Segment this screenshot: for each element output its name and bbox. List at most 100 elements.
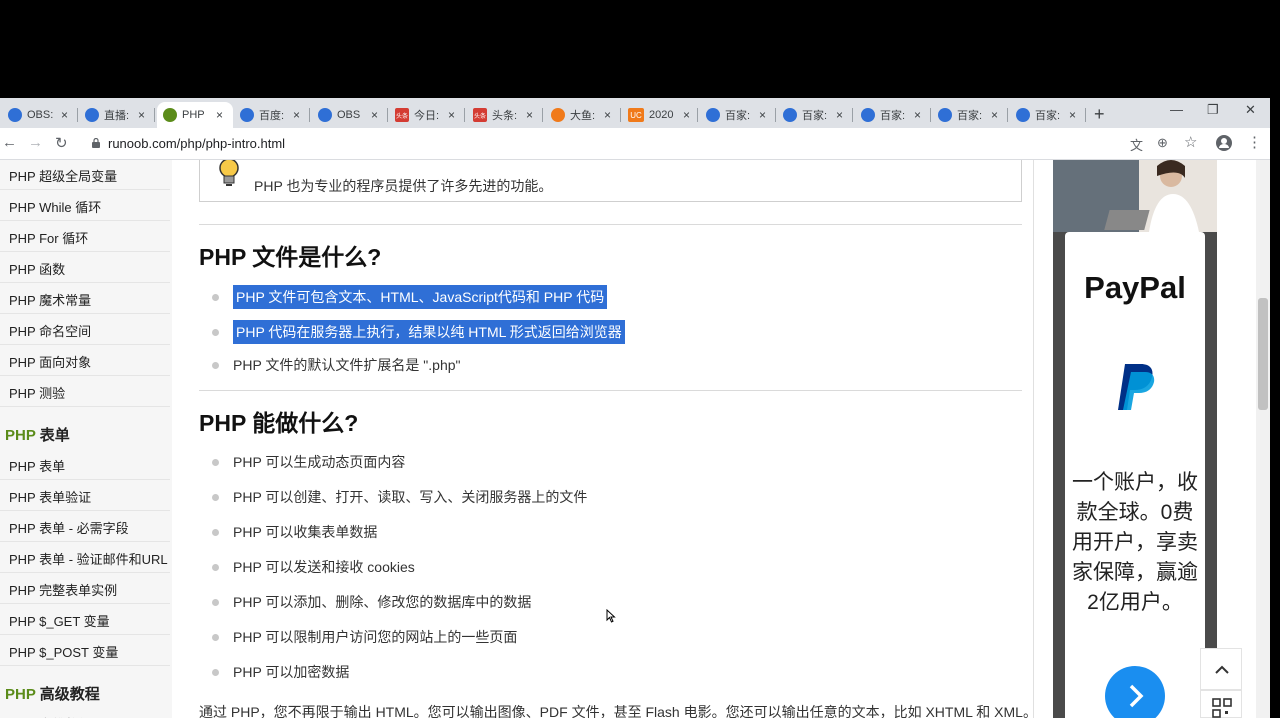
list-item: PHP 可以限制用户访问您的网站上的一些页面	[212, 627, 517, 647]
tab-title: 头条:	[492, 110, 518, 122]
list-item: PHP 可以发送和接收 cookies	[212, 557, 415, 577]
star-icon[interactable]: ☆	[1184, 133, 1197, 151]
restore-button[interactable]: ❐	[1207, 102, 1219, 118]
tab-separator	[775, 108, 776, 122]
forward-button[interactable]: →	[28, 134, 43, 151]
tab-close-icon[interactable]: ×	[216, 108, 223, 122]
tab-5[interactable]: OBS ×	[312, 102, 388, 128]
sidebar-item[interactable]: PHP $_POST 变量	[0, 636, 170, 666]
list-item: PHP 可以创建、打开、读取、写入、关闭服务器上的文件	[212, 487, 587, 507]
page-viewport: PHP 超级全局变量 PHP While 循环 PHP For 循环 PHP 函数 PH…	[0, 160, 1270, 718]
account-icon[interactable]	[1216, 135, 1232, 151]
sidebar-item[interactable]: PHP 表单 - 必需字段	[0, 512, 170, 542]
tab-close-icon[interactable]: ×	[759, 108, 766, 122]
tab-9[interactable]: UC 2020 ×	[622, 102, 698, 128]
sidebar-item[interactable]: PHP 测验	[0, 377, 170, 407]
ad-photo	[1053, 160, 1217, 232]
list-item-text: PHP 可以添加、删除、修改您的数据库中的数据	[233, 594, 532, 610]
tab-close-icon[interactable]: ×	[371, 108, 378, 122]
sidebar-item[interactable]: PHP 命名空间	[0, 315, 170, 345]
tab-close-icon[interactable]: ×	[526, 108, 533, 122]
tab-close-icon[interactable]: ×	[991, 108, 998, 122]
new-tab-button[interactable]: +	[1094, 104, 1105, 125]
divider	[199, 224, 1022, 225]
tab-7[interactable]: 头条 头条: ×	[467, 102, 543, 128]
menu-icon[interactable]: ⋮	[1247, 133, 1262, 151]
tab-close-icon[interactable]: ×	[914, 108, 921, 122]
tab-close-icon[interactable]: ×	[1069, 108, 1076, 122]
bullet-icon	[212, 493, 219, 501]
sidebar-item[interactable]: PHP $_GET 变量	[0, 605, 170, 635]
tab-title: 百度:	[259, 110, 285, 122]
tab-8[interactable]: 大鱼: ×	[545, 102, 621, 128]
tip-text: PHP 也为专业的程序员提供了许多先进的功能。	[254, 178, 553, 194]
sidebar-item-multidim-array[interactable]: PHP 多维数组	[0, 708, 170, 718]
sidebar-item[interactable]: PHP 表单验证	[0, 481, 170, 511]
tip-box: PHP 也为专业的程序员提供了许多先进的功能。	[199, 160, 1022, 202]
tab-1[interactable]: OBS: ×	[2, 102, 78, 128]
tab-close-icon[interactable]: ×	[448, 108, 455, 122]
back-to-top-button[interactable]	[1200, 648, 1242, 690]
close-window-button[interactable]: ✕	[1245, 102, 1256, 118]
tab-title: OBS:	[27, 109, 54, 121]
minimize-button[interactable]: —	[1170, 102, 1183, 117]
mouse-cursor-icon	[606, 609, 616, 623]
sidebar-item[interactable]: PHP 函数	[0, 253, 170, 283]
scrollbar-thumb[interactable]	[1258, 298, 1268, 410]
tab-close-icon[interactable]: ×	[293, 108, 300, 122]
sidebar-item[interactable]: PHP 表单	[0, 450, 170, 480]
list-item: PHP 代码在服务器上执行，结果以纯 HTML 形式返回给浏览器	[212, 320, 625, 344]
sidebar-item[interactable]: PHP 表单 - 验证邮件和URL	[0, 543, 170, 573]
list-item: PHP 可以添加、删除、修改您的数据库中的数据	[212, 592, 531, 612]
sidebar-item[interactable]: PHP 面向对象	[0, 346, 170, 376]
sidebar-item[interactable]: PHP While 循环	[0, 191, 170, 221]
zoom-icon[interactable]: ⊕	[1157, 135, 1168, 151]
sidebar-item[interactable]: PHP 完整表单实例	[0, 574, 170, 604]
uc-icon: UC	[628, 108, 644, 122]
tab-separator	[387, 108, 388, 122]
tab-13[interactable]: 百家: ×	[932, 102, 1008, 128]
tab-10[interactable]: 百家: ×	[700, 102, 776, 128]
back-button[interactable]: ←	[2, 134, 17, 151]
divider	[199, 390, 1022, 391]
tab-close-icon[interactable]: ×	[604, 108, 611, 122]
list-item: PHP 可以生成动态页面内容	[212, 452, 405, 472]
paw-icon	[861, 108, 875, 122]
address-bar[interactable]: runoob.com/php/php-intro.html	[108, 136, 285, 151]
qr-code-button[interactable]	[1200, 690, 1242, 718]
paw-icon	[938, 108, 952, 122]
tab-separator	[1085, 108, 1086, 122]
tab-close-icon[interactable]: ×	[683, 108, 690, 122]
paw-icon	[1016, 108, 1030, 122]
tab-close-icon[interactable]: ×	[836, 108, 843, 122]
sidebar: PHP 超级全局变量 PHP While 循环 PHP For 循环 PHP 函数 PH…	[0, 160, 172, 718]
tab-2[interactable]: 直播: ×	[79, 102, 155, 128]
sidebar-item[interactable]: PHP 超级全局变量	[0, 160, 170, 190]
tab-11[interactable]: 百家: ×	[777, 102, 853, 128]
chevron-up-icon	[1215, 665, 1229, 674]
ad-cta-button[interactable]	[1105, 666, 1165, 718]
selected-text: PHP 代码在服务器上执行，结果以纯 HTML 形式返回给浏览器	[233, 320, 625, 344]
toutiao-icon: 头条	[473, 108, 487, 122]
tab-separator	[852, 108, 853, 122]
paypal-brand: PayPal	[1084, 270, 1186, 305]
paw-icon	[240, 108, 254, 122]
translate-icon[interactable]: 文	[1130, 135, 1143, 154]
tab-14[interactable]: 百家: ×	[1010, 102, 1086, 128]
ad-slogan: 一个账户，收款全球。0费用开户，享卖家保障，赢逾2亿用户。	[1072, 471, 1198, 614]
tab-title: PHP	[182, 109, 205, 121]
scrollbar-track[interactable]	[1256, 160, 1270, 718]
tab-separator	[154, 108, 155, 122]
tab-6[interactable]: 头条 今日: ×	[389, 102, 465, 128]
tab-3[interactable]: PHP ×	[157, 102, 233, 128]
tab-close-icon[interactable]: ×	[138, 108, 145, 122]
sidebar-item[interactable]: PHP 魔术常量	[0, 284, 170, 314]
reload-button[interactable]: ↻	[55, 134, 68, 152]
tab-12[interactable]: 百家: ×	[855, 102, 931, 128]
paypal-ad[interactable]: PayPal 一个账户，收款全球。0费用开户，享卖家保障，赢逾2亿用户。	[1053, 160, 1217, 718]
list-item: PHP 可以加密数据	[212, 662, 349, 682]
tab-separator	[542, 108, 543, 122]
tab-4[interactable]: 百度: ×	[234, 102, 310, 128]
sidebar-item[interactable]: PHP For 循环	[0, 222, 170, 252]
tab-close-icon[interactable]: ×	[61, 108, 68, 122]
